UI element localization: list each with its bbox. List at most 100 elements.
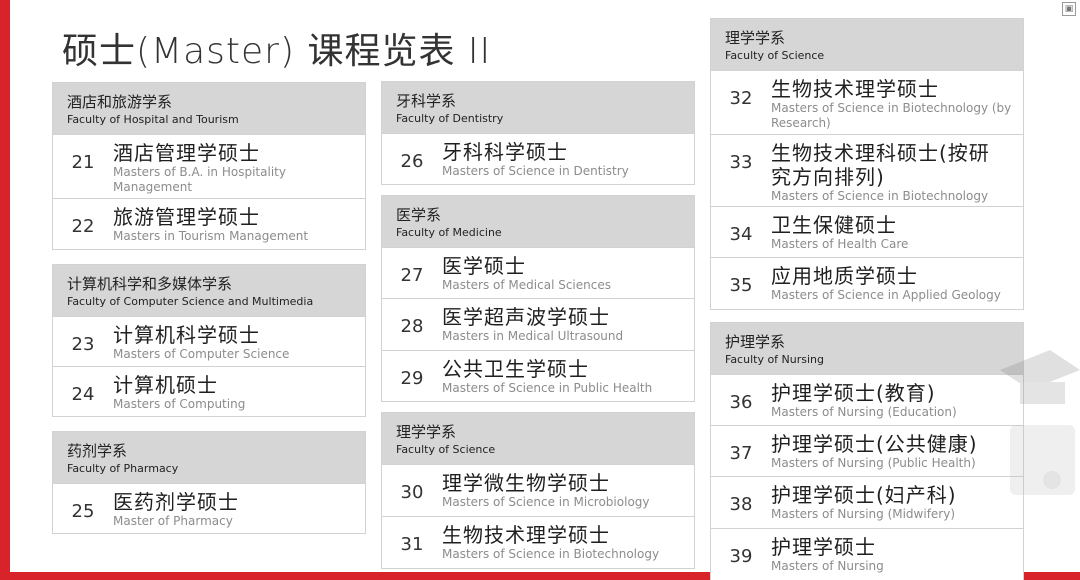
course-row: 32 生物技术理学硕士 Masters of Science in Biotec…	[711, 70, 1023, 134]
course-name-zh: 生物技术理学硕士	[442, 523, 610, 547]
faculty-name-zh: 理学学系	[725, 29, 786, 47]
course-row: 37 护理学硕士(公共健康) Masters of Nursing (Publi…	[711, 425, 1023, 476]
course-row: 30 理学微生物学硕士 Masters of Science in Microb…	[382, 464, 694, 516]
faculty-header: 医学系 Faculty of Medicine	[382, 196, 694, 247]
faculty-name-en: Faculty of Medicine	[396, 226, 502, 239]
course-name-en: Masters of Science in Public Health	[442, 381, 653, 395]
course-name-en: Masters in Medical Ultrasound	[442, 329, 624, 343]
course-name-zh: 医药剂学硕士	[113, 490, 239, 514]
image-placeholder-icon: ▣	[1062, 2, 1076, 16]
course-name-zh: 酒店管理学硕士	[113, 141, 260, 165]
faculty-header: 理学学系 Faculty of Science	[711, 19, 1023, 70]
course-name-zh: 生物技术理学硕士	[771, 77, 939, 101]
course-name-en: Masters of Science in Biotechnology	[771, 189, 989, 203]
course-row: 34 卫生保健硕士 Masters of Health Care	[711, 206, 1023, 257]
course-name-zh: 医学超声波学硕士	[442, 305, 610, 329]
faculty-name-en: Faculty of Hospital and Tourism	[67, 113, 239, 126]
course-name-zh: 牙科科学硕士	[442, 140, 568, 164]
course-name-en: Masters of Health Care	[771, 237, 909, 251]
faculty-header: 理学学系 Faculty of Science	[382, 413, 694, 464]
column-2: 牙科学系 Faculty of Dentistry 26 牙科科学硕士 Mast…	[381, 81, 695, 579]
course-row: 38 护理学硕士(妇产科) Masters of Nursing (Midwif…	[711, 476, 1023, 528]
course-number: 26	[400, 151, 424, 172]
course-name-zh: 计算机硕士	[113, 373, 218, 397]
course-number: 34	[729, 224, 753, 245]
course-name-zh: 应用地质学硕士	[771, 264, 918, 288]
course-name-en: Masters of Computing	[113, 397, 246, 411]
column-3: 理学学系 Faculty of Science 32 生物技术理学硕士 Mast…	[710, 18, 1024, 580]
course-number: 30	[400, 482, 424, 503]
faculty-computer-science: 计算机科学和多媒体学系 Faculty of Computer Science …	[52, 264, 366, 417]
course-number: 39	[729, 546, 753, 567]
course-number: 31	[400, 534, 424, 555]
faculty-name-en: Faculty of Dentistry	[396, 112, 504, 125]
course-name-zh: 医学硕士	[442, 254, 526, 278]
faculty-header: 牙科学系 Faculty of Dentistry	[382, 82, 694, 133]
faculty-name-zh: 计算机科学和多媒体学系	[67, 275, 233, 293]
course-name-en: Masters of Computer Science	[113, 347, 290, 361]
course-name-en: Masters of Nursing (Public Health)	[771, 456, 976, 470]
faculty-name-en: Faculty of Nursing	[725, 353, 825, 366]
course-name-en: Master of Pharmacy	[113, 514, 233, 528]
course-row: 39 护理学硕士 Masters of Nursing	[711, 528, 1023, 580]
course-name-en: Masters of Science in Applied Geology	[771, 288, 1001, 302]
course-name-en: Masters in Tourism Management	[113, 229, 309, 243]
faculty-nursing: 护理学系 Faculty of Nursing 36 护理学硕士(教育) Mas…	[710, 322, 1024, 580]
faculty-header: 护理学系 Faculty of Nursing	[711, 323, 1023, 374]
course-number: 32	[729, 88, 753, 109]
course-number: 25	[71, 501, 95, 522]
faculty-name-en: Faculty of Science	[396, 443, 496, 456]
course-name-zh: 护理学硕士	[771, 535, 876, 559]
course-name-en: Masters of Science in Dentistry	[442, 164, 629, 178]
course-row: 24 计算机硕士 Masters of Computing	[53, 366, 365, 416]
faculty-name-zh: 理学学系	[396, 423, 457, 441]
course-name-zh: 护理学硕士(公共健康)	[771, 432, 978, 456]
course-name-en: Masters of Nursing (Education)	[771, 405, 957, 419]
course-number: 38	[729, 494, 753, 515]
faculty-name-zh: 酒店和旅游学系	[67, 93, 173, 111]
course-name-en: Masters of Nursing (Midwifery)	[771, 507, 956, 521]
faculty-name-en: Faculty of Pharmacy	[67, 462, 179, 475]
course-number: 21	[71, 152, 95, 173]
faculty-header: 药剂学系 Faculty of Pharmacy	[53, 432, 365, 483]
course-number: 36	[729, 392, 753, 413]
faculty-science-2: 理学学系 Faculty of Science 32 生物技术理学硕士 Mast…	[710, 18, 1024, 310]
course-number: 35	[729, 275, 753, 296]
course-row: 23 计算机科学硕士 Masters of Computer Science	[53, 316, 365, 366]
course-name-zh: 护理学硕士(妇产科)	[771, 483, 957, 507]
course-name-en: Masters of B.A. in Hospitality Managemen…	[113, 165, 286, 194]
course-name-en: Masters of Nursing	[771, 559, 884, 573]
faculty-header: 酒店和旅游学系 Faculty of Hospital and Tourism	[53, 83, 365, 134]
course-name-en: Masters of Medical Sciences	[442, 278, 611, 292]
course-row: 29 公共卫生学硕士 Masters of Science in Public …	[382, 350, 694, 401]
course-row: 22 旅游管理学硕士 Masters in Tourism Management	[53, 198, 365, 249]
course-name-en: Masters of Science in Microbiology	[442, 495, 650, 509]
course-number: 28	[400, 316, 424, 337]
faculty-hospital-tourism: 酒店和旅游学系 Faculty of Hospital and Tourism …	[52, 82, 366, 250]
course-number: 23	[71, 334, 95, 355]
faculty-name-en: Faculty of Computer Science and Multimed…	[67, 295, 314, 308]
faculty-dentistry: 牙科学系 Faculty of Dentistry 26 牙科科学硕士 Mast…	[381, 81, 695, 185]
course-row: 36 护理学硕士(教育) Masters of Nursing (Educati…	[711, 374, 1023, 425]
course-row: 28 医学超声波学硕士 Masters in Medical Ultrasoun…	[382, 298, 694, 350]
course-name-zh: 卫生保健硕士	[771, 213, 897, 237]
faculty-name-zh: 牙科学系	[396, 92, 457, 110]
course-row: 27 医学硕士 Masters of Medical Sciences	[382, 247, 694, 298]
faculty-name-en: Faculty of Science	[725, 49, 825, 62]
course-number: 27	[400, 265, 424, 286]
graduation-cap-icon	[1000, 350, 1080, 495]
course-row: 35 应用地质学硕士 Masters of Science in Applied…	[711, 257, 1023, 309]
column-1: 酒店和旅游学系 Faculty of Hospital and Tourism …	[52, 82, 366, 548]
course-name-zh: 理学微生物学硕士	[442, 471, 610, 495]
faculty-name-zh: 药剂学系	[67, 442, 128, 460]
course-name-zh: 公共卫生学硕士	[442, 357, 589, 381]
faculty-name-zh: 护理学系	[725, 333, 786, 351]
course-name-zh: 计算机科学硕士	[113, 323, 260, 347]
course-number: 37	[729, 443, 753, 464]
course-name-zh: 护理学硕士(教育)	[771, 381, 936, 405]
course-row: 21 酒店管理学硕士 Masters of B.A. in Hospitalit…	[53, 134, 365, 198]
course-row: 25 医药剂学硕士 Master of Pharmacy	[53, 483, 365, 533]
faculty-header: 计算机科学和多媒体学系 Faculty of Computer Science …	[53, 265, 365, 316]
course-name-zh: 生物技术理科硕士(按研究方向排列)	[771, 141, 990, 189]
faculty-medicine: 医学系 Faculty of Medicine 27 医学硕士 Masters …	[381, 195, 695, 402]
